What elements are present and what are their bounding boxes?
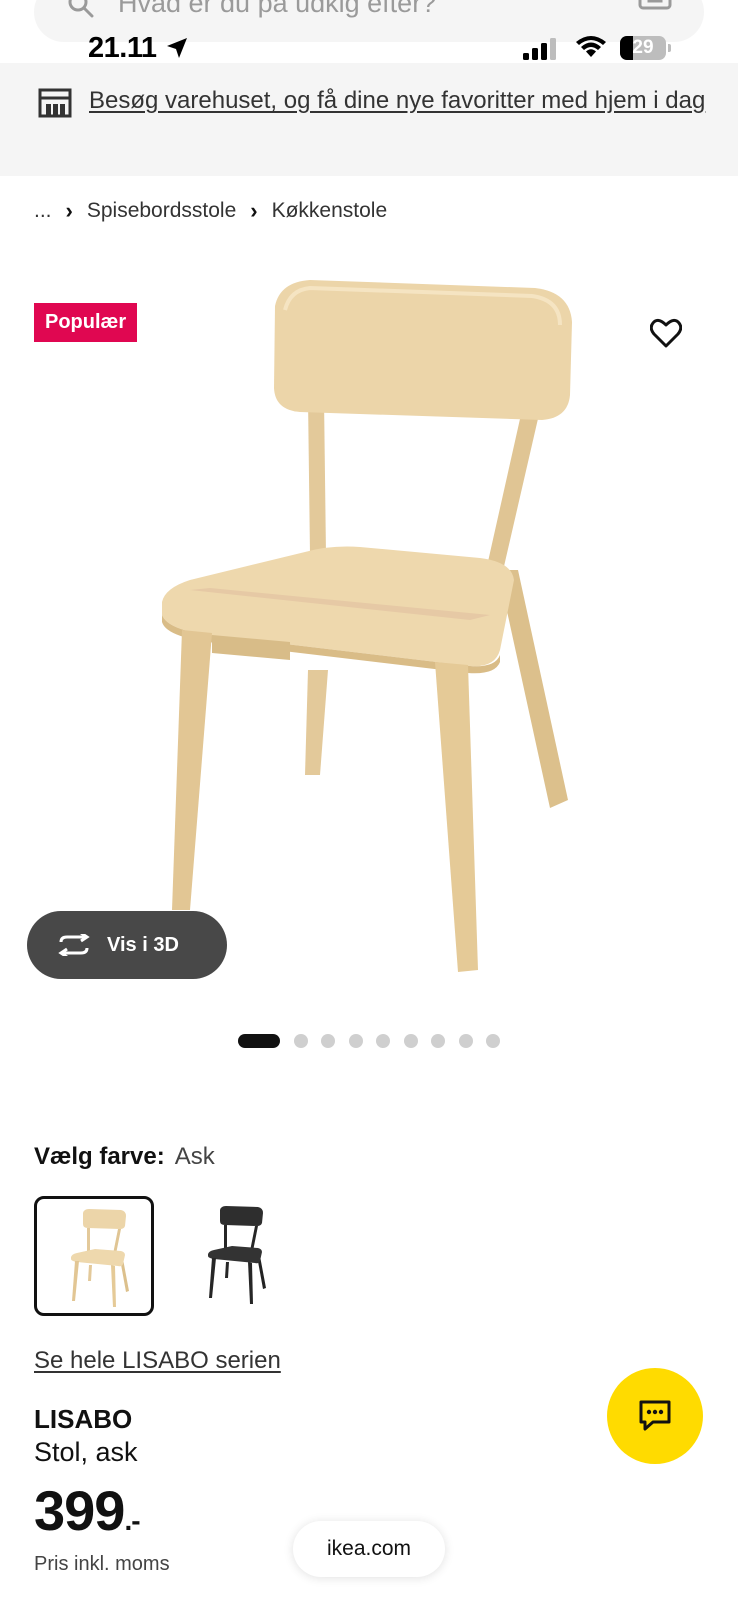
carousel-dot[interactable] (293, 1034, 308, 1048)
carousel-dot[interactable] (348, 1034, 363, 1048)
carousel-dot[interactable] (458, 1034, 473, 1048)
series-link[interactable]: Se hele LISABO serien (34, 1347, 281, 1375)
status-time: 21.11 (88, 32, 157, 64)
selected-color: Ask (174, 1143, 215, 1170)
carousel-dot[interactable] (321, 1034, 335, 1048)
view-in-3d-label: Vis i 3D (107, 933, 179, 956)
store-icon (38, 88, 72, 118)
view-in-3d-button[interactable]: Vis i 3D (27, 911, 227, 979)
breadcrumb-item-spisebordsstole[interactable]: Spisebordsstole (87, 199, 236, 223)
chair-black-thumbnail (208, 1206, 266, 1304)
breadcrumb: ... › Spisebordsstole › Køkkenstole (34, 198, 387, 224)
breadcrumb-item-koekkenstole[interactable]: Køkkenstole (272, 199, 388, 223)
product-price: 399.- (34, 1478, 141, 1543)
color-label: Vælg farve: (34, 1143, 165, 1170)
product-name: LISABO (34, 1404, 133, 1434)
search-input[interactable]: Hvad er du på udkig efter? (118, 0, 436, 19)
camera-search-icon[interactable] (638, 0, 672, 10)
carousel-dot[interactable] (486, 1034, 500, 1048)
chat-icon (639, 1400, 671, 1431)
color-selector-heading: Vælg farve: Ask (34, 1143, 215, 1171)
color-swatch-ask[interactable] (34, 1196, 154, 1316)
price-suffix: .- (124, 1505, 140, 1536)
breadcrumb-ellipsis[interactable]: ... (34, 199, 52, 223)
store-banner[interactable]: Besøg varehuset, og få dine nye favoritt… (0, 63, 738, 176)
cellular-signal-icon (523, 38, 556, 60)
breadcrumb-chevron-icon: › (65, 198, 73, 223)
chat-button[interactable] (607, 1368, 703, 1464)
product-description: Stol, ask (34, 1437, 138, 1467)
breadcrumb-chevron-icon: › (250, 198, 258, 223)
carousel-dot[interactable] (238, 1034, 280, 1048)
price-note: Pris inkl. moms (34, 1553, 170, 1575)
color-swatch-sort[interactable] (174, 1196, 294, 1316)
popular-badge: Populær (34, 303, 138, 342)
chair-ask-thumbnail (71, 1209, 129, 1307)
battery-indicator: 29 (620, 36, 671, 60)
carousel-dot[interactable] (431, 1034, 445, 1048)
battery-percent: 29 (632, 37, 654, 58)
image-carousel-dots[interactable] (238, 1034, 514, 1048)
search-icon (68, 0, 94, 18)
rotate-3d-icon (58, 934, 90, 956)
store-banner-link[interactable]: Besøg varehuset, og få dine nye favoritt… (89, 83, 709, 119)
browser-url-bar[interactable]: ikea.com (293, 1521, 445, 1577)
status-bar: 21.11 29 (0, 30, 738, 66)
product-image[interactable] (150, 270, 590, 1000)
price-value: 399 (34, 1479, 125, 1542)
wifi-icon (576, 36, 606, 57)
carousel-dot[interactable] (376, 1034, 390, 1048)
location-arrow-icon (167, 38, 187, 58)
carousel-dot[interactable] (403, 1034, 418, 1048)
heart-favorite-icon[interactable] (650, 318, 682, 348)
